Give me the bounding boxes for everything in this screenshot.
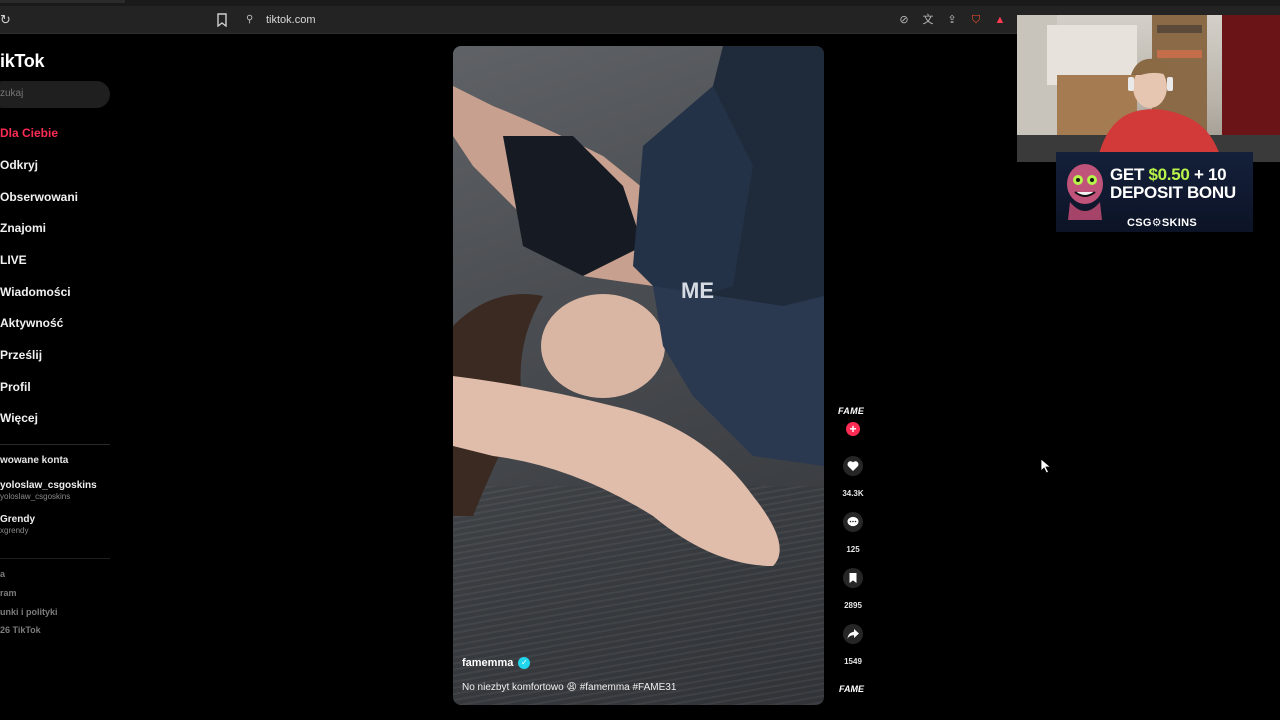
warning-triangle-icon[interactable]: ▲: [992, 12, 1008, 28]
sound-avatar[interactable]: FAME: [839, 684, 864, 694]
account-handle: xgrendy: [0, 526, 29, 535]
ad-headline-prefix: GET: [1110, 165, 1149, 184]
save-button[interactable]: [843, 568, 863, 588]
mouse-cursor-icon: [1040, 458, 1052, 474]
sidebar-item-live[interactable]: LIVE: [0, 253, 27, 267]
account-handle: yoloslaw_csgoskins: [0, 492, 71, 501]
verified-badge-icon: ✓: [518, 657, 531, 669]
sidebar-item-more[interactable]: Więcej: [0, 411, 38, 425]
no-tracking-icon[interactable]: ⊘: [896, 12, 912, 28]
ad-subheadline: DEPOSIT BONU: [1110, 183, 1236, 202]
sidebar-item-explore[interactable]: Odkryj: [0, 158, 38, 172]
share-count: 1549: [844, 657, 862, 666]
sidebar-divider: [0, 444, 110, 445]
share-icon[interactable]: ⇪: [944, 12, 960, 28]
sidebar-item-friends[interactable]: Znajomi: [0, 221, 46, 235]
following-accounts-title: wowane konta: [0, 455, 69, 466]
site-info-icon[interactable]: ⚲: [246, 13, 258, 27]
brave-shield-icon[interactable]: ⛉: [968, 12, 984, 28]
sidebar: ikTok Dla Ciebie Odkryj Obserwowani Znaj…: [0, 34, 118, 720]
sidebar-item-upload[interactable]: Prześlij: [0, 348, 42, 362]
account-name: Grendy: [0, 514, 36, 525]
sidebar-item-for-you[interactable]: Dla Ciebie: [0, 126, 58, 140]
ad-headline: GET $0.50 + 10: [1110, 165, 1227, 185]
sidebar-item-messages[interactable]: Wiadomości: [0, 285, 71, 299]
followed-account[interactable]: Grendy xgrendy: [0, 514, 35, 535]
share-arrow-icon: [847, 629, 859, 639]
footer-link[interactable]: ram: [0, 588, 17, 598]
url-text[interactable]: tiktok.com: [266, 13, 316, 27]
search-box[interactable]: [0, 81, 110, 108]
webcam-frame: [1017, 15, 1280, 162]
video-author[interactable]: famemma ✓: [462, 657, 531, 669]
follow-plus-icon[interactable]: +: [846, 422, 860, 436]
monster-mascot-icon: [1067, 164, 1103, 220]
webcam-overlay: [1017, 15, 1280, 162]
copyright-text: 26 TikTok: [0, 625, 41, 635]
like-button[interactable]: [843, 456, 863, 476]
ad-amount: $0.50: [1148, 165, 1190, 184]
sponsor-ad-banner[interactable]: GET $0.50 + 10 DEPOSIT BONU CSG⚙SKINS: [1056, 152, 1253, 232]
bookmark-icon: [849, 573, 857, 583]
save-count: 2895: [844, 601, 862, 610]
sidebar-item-profile[interactable]: Profil: [0, 380, 31, 394]
search-input[interactable]: [0, 88, 100, 99]
video-player[interactable]: ME famemma ✓ No niezbyt komfortowo 😩 #fa…: [453, 46, 824, 705]
ad-headline-suffix: + 10: [1189, 165, 1227, 184]
comment-count: 125: [846, 545, 860, 554]
video-caption: No niezbyt komfortowo 😩 #famemma #FAME31: [462, 682, 677, 693]
bookmark-icon[interactable]: [216, 13, 228, 28]
author-avatar[interactable]: FAME: [838, 406, 864, 416]
author-name[interactable]: famemma: [462, 657, 513, 669]
comment-button[interactable]: [843, 512, 863, 532]
account-name: yoloslaw_csgoskins: [0, 480, 97, 491]
translate-icon[interactable]: 文: [920, 12, 936, 28]
tiktok-logo[interactable]: ikTok: [0, 51, 44, 72]
ad-brand-logo: CSG⚙SKINS: [1127, 217, 1198, 229]
browser-toolbar-icons: ⊘ 文 ⇪ ⛉ ▲: [896, 12, 1008, 28]
footer-link[interactable]: unki i polityki: [0, 607, 58, 617]
heart-icon: [847, 461, 859, 471]
video-actions: FAME + 34.3K 125 2895 1549 FAME: [834, 400, 872, 700]
sidebar-item-activity[interactable]: Aktywność: [0, 316, 63, 330]
footer-link[interactable]: a: [0, 569, 5, 579]
like-count: 34.3K: [842, 489, 864, 498]
comment-icon: [847, 516, 859, 527]
reload-icon[interactable]: ↻: [0, 12, 14, 28]
svg-text:ME: ME: [681, 278, 714, 303]
sidebar-divider: [0, 558, 110, 559]
active-tab-hint[interactable]: [0, 0, 125, 3]
video-frame: ME: [453, 46, 824, 566]
share-button[interactable]: [843, 624, 863, 644]
followed-account[interactable]: yoloslaw_csgoskins yoloslaw_csgoskins: [0, 480, 97, 501]
sidebar-item-following[interactable]: Obserwowani: [0, 190, 78, 204]
